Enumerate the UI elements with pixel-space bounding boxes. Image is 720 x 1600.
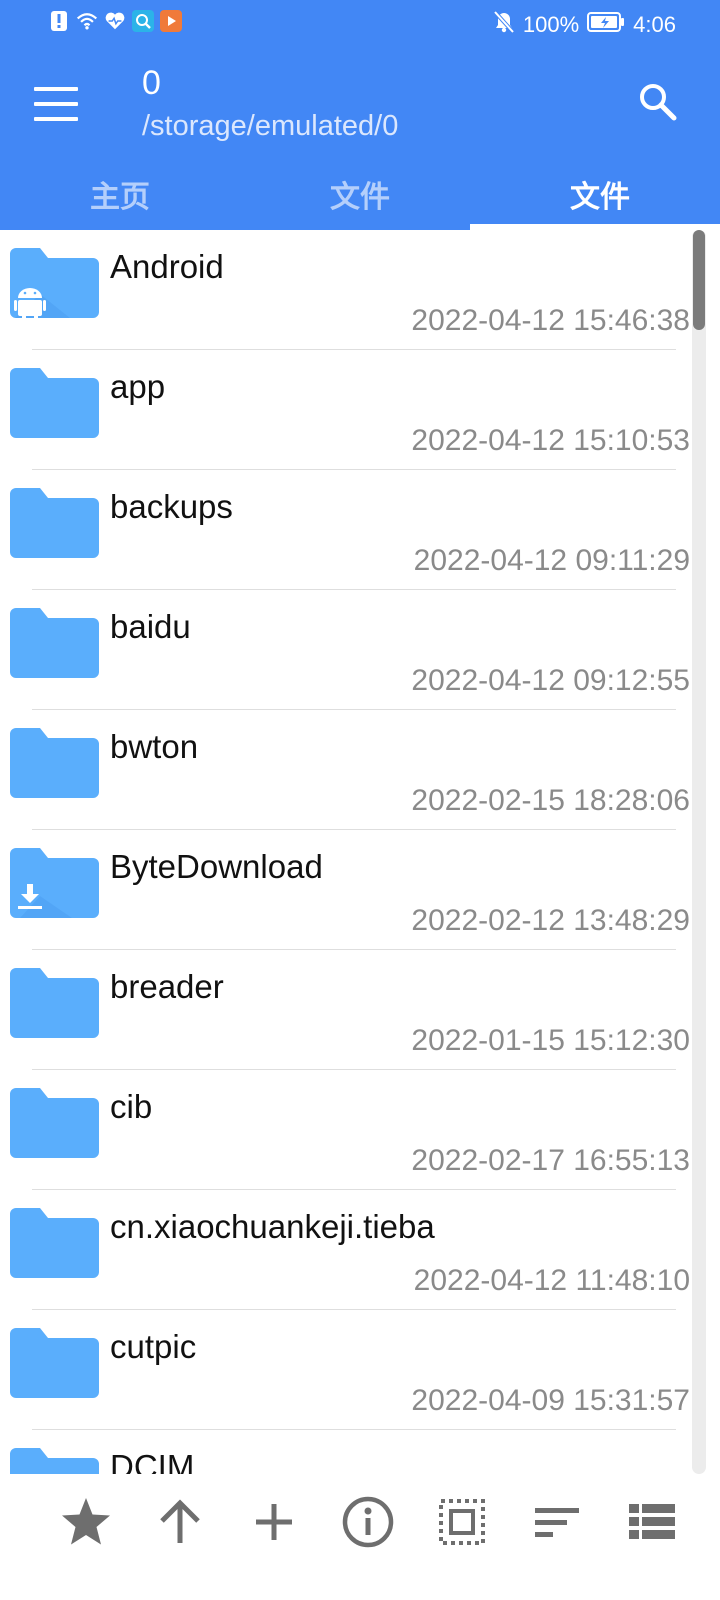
plus-icon [256,1504,292,1540]
scrollbar-thumb[interactable] [693,230,705,330]
app-bar: 100% 4:06 0 /storage/emulated/0 主页 文件 文件 [0,0,720,230]
battery-icon [587,11,625,39]
file-row[interactable]: app 2022-04-12 15:10:53 [0,350,706,470]
download-folder-icon [10,846,99,918]
wifi-icon [76,10,98,32]
search-app-icon [132,10,154,32]
scrollbar-track[interactable] [692,230,706,1474]
page-title: 0 [142,64,161,102]
status-bar: 100% 4:06 [0,0,720,48]
go-up-button[interactable] [152,1494,208,1550]
alert-icon [48,10,70,32]
file-name: backups [110,488,233,525]
info-icon [342,1496,394,1548]
folder-icon [10,966,99,1038]
battery-percent: 100% [522,12,580,37]
file-name: ByteDownload [110,848,323,885]
sort-icon [535,1508,579,1537]
file-date: 2022-02-17 16:55:13 [411,1144,690,1177]
file-row[interactable]: cib 2022-02-17 16:55:13 [0,1070,706,1190]
file-row[interactable]: Android 2022-04-12 15:46:38 [0,230,706,350]
select-all-button[interactable] [434,1494,490,1550]
select-all-icon [439,1499,485,1545]
tab-files-2[interactable]: 文件 [480,158,720,230]
hamburger-menu-icon [34,87,78,91]
info-button[interactable] [340,1494,396,1550]
view-mode-button[interactable] [624,1494,680,1550]
folder-icon [10,366,99,438]
file-row[interactable]: baidu 2022-04-12 09:12:55 [0,590,706,710]
arrow-up-icon [160,1499,200,1543]
file-date: 2022-04-12 15:46:38 [411,304,690,337]
tab-home[interactable]: 主页 [0,158,240,230]
file-row[interactable]: cutpic 2022-04-09 15:31:57 [0,1310,706,1430]
folder-icon [10,1446,99,1474]
file-list[interactable]: Android 2022-04-12 15:46:38 app 2022-04-12 … [0,230,706,1474]
file-name: Android [110,248,224,285]
file-date: 2022-04-09 15:31:57 [411,1384,690,1417]
folder-icon [10,1206,99,1278]
file-name: cn.xiaochuankeji.tieba [110,1208,435,1245]
video-app-icon [160,10,182,32]
file-row[interactable]: DCIM [0,1430,706,1474]
clock: 4:06 [633,12,676,37]
hamburger-line [34,117,78,121]
star-icon [62,1498,110,1545]
list-view-icon [629,1504,675,1539]
hamburger-line [34,102,78,106]
file-date: 2022-02-15 18:28:06 [411,784,690,817]
file-name: breader [110,968,224,1005]
file-name: cutpic [110,1328,197,1365]
file-row[interactable]: cn.xiaochuankeji.tieba 2022-04-12 11:48:1… [0,1190,706,1310]
file-row[interactable]: breader 2022-01-15 15:12:30 [0,950,706,1070]
search-icon [640,84,677,121]
tab-files-1[interactable]: 文件 [240,158,480,230]
file-name: DCIM [110,1448,195,1474]
search-button[interactable] [636,80,680,124]
file-name: app [110,368,166,405]
folder-icon [10,486,99,558]
sort-button[interactable] [528,1494,584,1550]
file-date: 2022-02-12 13:48:29 [411,904,690,937]
file-row[interactable]: bwton 2022-02-15 18:28:06 [0,710,706,830]
folder-icon [10,606,99,678]
file-row[interactable]: backups 2022-04-12 09:11:29 [0,470,706,590]
folder-icon [10,1326,99,1398]
file-name: cib [110,1088,153,1125]
heart-icon [104,10,126,32]
current-path: /storage/emulated/0 [142,110,399,142]
file-date: 2022-04-12 11:48:10 [413,1264,690,1297]
menu-button[interactable] [34,84,78,124]
bottom-toolbar [0,1474,720,1600]
mute-icon [493,10,515,40]
tab-bar: 主页 文件 文件 [0,158,720,230]
file-date: 2022-04-12 09:11:29 [413,544,690,577]
file-date: 2022-01-15 15:12:30 [411,1024,690,1057]
file-name: bwton [110,728,199,765]
android-folder-icon [10,246,99,321]
file-row[interactable]: ByteDownload 2022-02-12 13:48:29 [0,830,706,950]
file-date: 2022-04-12 15:10:53 [411,424,690,457]
folder-icon [10,726,99,798]
new-item-button[interactable] [246,1494,302,1550]
favorites-button[interactable] [58,1494,114,1550]
folder-icon [10,1086,99,1158]
file-name: baidu [110,608,191,645]
file-date: 2022-04-12 09:12:55 [411,664,690,697]
